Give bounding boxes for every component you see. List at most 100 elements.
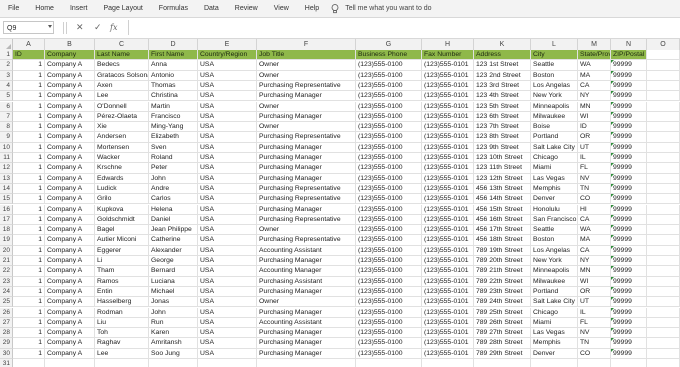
row-header[interactable]: 25 [0, 297, 13, 308]
cell-company[interactable]: Company A [45, 163, 95, 174]
cell-country[interactable]: USA [198, 297, 257, 308]
column-header-m[interactable]: M [578, 39, 611, 50]
cell-city[interactable]: Memphis [531, 338, 578, 349]
cell-state[interactable]: WI [578, 111, 611, 123]
cell-id[interactable]: 1 [13, 214, 45, 226]
cell-phone[interactable]: (123)555-0100 [356, 328, 422, 339]
cell-job[interactable]: Purchasing Representative [257, 235, 356, 246]
empty-cell[interactable] [647, 307, 680, 318]
cell-zip[interactable]: 99999 [611, 235, 647, 246]
enter-icon[interactable]: ✓ [94, 20, 102, 35]
row-header[interactable]: 9 [0, 132, 13, 143]
cell-last[interactable]: Hasselberg [95, 297, 149, 308]
cell-first[interactable]: Antonio [149, 70, 198, 81]
cell-fax[interactable]: (123)555-0101 [422, 153, 474, 164]
cell-country[interactable]: USA [198, 132, 257, 143]
cell-country[interactable]: USA [198, 194, 257, 205]
row-header[interactable]: 1 [0, 50, 13, 61]
cell-id[interactable]: 1 [13, 204, 45, 215]
cell-first[interactable]: Luciana [149, 276, 198, 287]
cell-state[interactable]: CO [578, 194, 611, 205]
cell-state[interactable]: IL [578, 307, 611, 318]
cell-fax[interactable]: (123)555-0101 [422, 122, 474, 133]
cell-address[interactable]: 789 20th Street [474, 256, 531, 267]
cell-job[interactable]: Purchasing Manager [257, 173, 356, 184]
cell-job[interactable]: Purchasing Manager [257, 153, 356, 164]
row-header[interactable]: 14 [0, 183, 13, 195]
cell-first[interactable]: Amritansh [149, 338, 198, 349]
cell-zip[interactable]: 99999 [611, 91, 647, 102]
cell-country[interactable]: USA [198, 286, 257, 298]
cell-address[interactable]: 456 15th Street [474, 204, 531, 215]
cell-phone[interactable]: (123)555-0100 [356, 194, 422, 205]
cell-state[interactable]: UT [578, 297, 611, 308]
cell-city[interactable]: Los Angelas [531, 80, 578, 92]
cell-address[interactable]: 123 10th Street [474, 153, 531, 164]
row-header[interactable]: 2 [0, 60, 13, 71]
cell-fax[interactable]: (123)555-0101 [422, 80, 474, 92]
empty-cell[interactable] [647, 225, 680, 236]
cell-job[interactable]: Purchasing Manager [257, 91, 356, 102]
empty-cell[interactable] [647, 163, 680, 174]
cell-city[interactable]: Portland [531, 132, 578, 143]
cell-company[interactable]: Company A [45, 101, 95, 112]
cell-country[interactable]: USA [198, 183, 257, 195]
cell-state[interactable]: IL [578, 153, 611, 164]
cell-job[interactable]: Purchasing Manager [257, 111, 356, 123]
cell-country[interactable]: USA [198, 204, 257, 215]
cell-last[interactable]: Tham [95, 266, 149, 277]
cell-zip[interactable]: 99999 [611, 307, 647, 318]
column-header-l[interactable]: L [531, 39, 578, 50]
cell-state[interactable]: MN [578, 266, 611, 277]
cell-last[interactable]: Ludick [95, 183, 149, 195]
row-header[interactable]: 10 [0, 142, 13, 153]
cell-job[interactable]: Owner [257, 60, 356, 71]
column-header-a[interactable]: A [13, 39, 45, 50]
cell-phone[interactable]: (123)555-0100 [356, 60, 422, 71]
cell-city[interactable]: Denver [531, 194, 578, 205]
empty-cell[interactable] [647, 297, 680, 308]
cell-state[interactable]: TN [578, 183, 611, 195]
cell-country[interactable]: USA [198, 214, 257, 226]
cell-state[interactable]: FL [578, 163, 611, 174]
cell-first[interactable]: Helena [149, 204, 198, 215]
cell-first[interactable]: Jonas [149, 297, 198, 308]
empty-cell[interactable] [647, 328, 680, 339]
empty-cell[interactable] [422, 359, 474, 367]
cell-zip[interactable]: 99999 [611, 153, 647, 164]
empty-cell[interactable] [647, 132, 680, 143]
spreadsheet-grid[interactable]: 1 ID Company Last Name First Name Country/Reg… [0, 50, 680, 367]
cell-company[interactable]: Company A [45, 256, 95, 267]
cell-phone[interactable]: (123)555-0100 [356, 338, 422, 349]
row-header[interactable]: 24 [0, 286, 13, 298]
cell-address[interactable]: 123 2nd Street [474, 70, 531, 81]
cell-city[interactable]: Portland [531, 286, 578, 298]
cell-company[interactable]: Company A [45, 204, 95, 215]
cell-first[interactable]: Daniel [149, 214, 198, 226]
cell-job[interactable]: Purchasing Representative [257, 194, 356, 205]
cell-address[interactable]: 789 22th Street [474, 276, 531, 287]
cell-address[interactable]: 123 6th Street [474, 111, 531, 123]
cell-city[interactable]: Boise [531, 122, 578, 133]
row-header[interactable]: 3 [0, 70, 13, 81]
cell-job[interactable]: Purchasing Manager [257, 348, 356, 359]
cell-phone[interactable]: (123)555-0100 [356, 348, 422, 359]
cell-first[interactable]: John [149, 173, 198, 184]
row-header[interactable]: 18 [0, 225, 13, 236]
cell-zip[interactable]: 99999 [611, 328, 647, 339]
tab-data[interactable]: Data [196, 0, 227, 17]
cell-job[interactable]: Purchasing Manager [257, 328, 356, 339]
tell-me-box[interactable]: Tell me what you want to do [331, 3, 432, 14]
cell-job[interactable]: Purchasing Representative [257, 214, 356, 226]
cell-job[interactable]: Purchasing Manager [257, 142, 356, 153]
cell-last[interactable]: Krschne [95, 163, 149, 174]
cell-zip[interactable]: 99999 [611, 101, 647, 112]
cell-first[interactable]: Catherine [149, 235, 198, 246]
cell-phone[interactable]: (123)555-0100 [356, 183, 422, 195]
cell-last[interactable]: O'Donnell [95, 101, 149, 112]
column-header-o[interactable]: O [647, 39, 680, 50]
cell-company[interactable]: Company A [45, 132, 95, 143]
row-header[interactable]: 12 [0, 163, 13, 174]
cell-job[interactable]: Purchasing Assistant [257, 276, 356, 287]
empty-cell[interactable] [647, 348, 680, 359]
